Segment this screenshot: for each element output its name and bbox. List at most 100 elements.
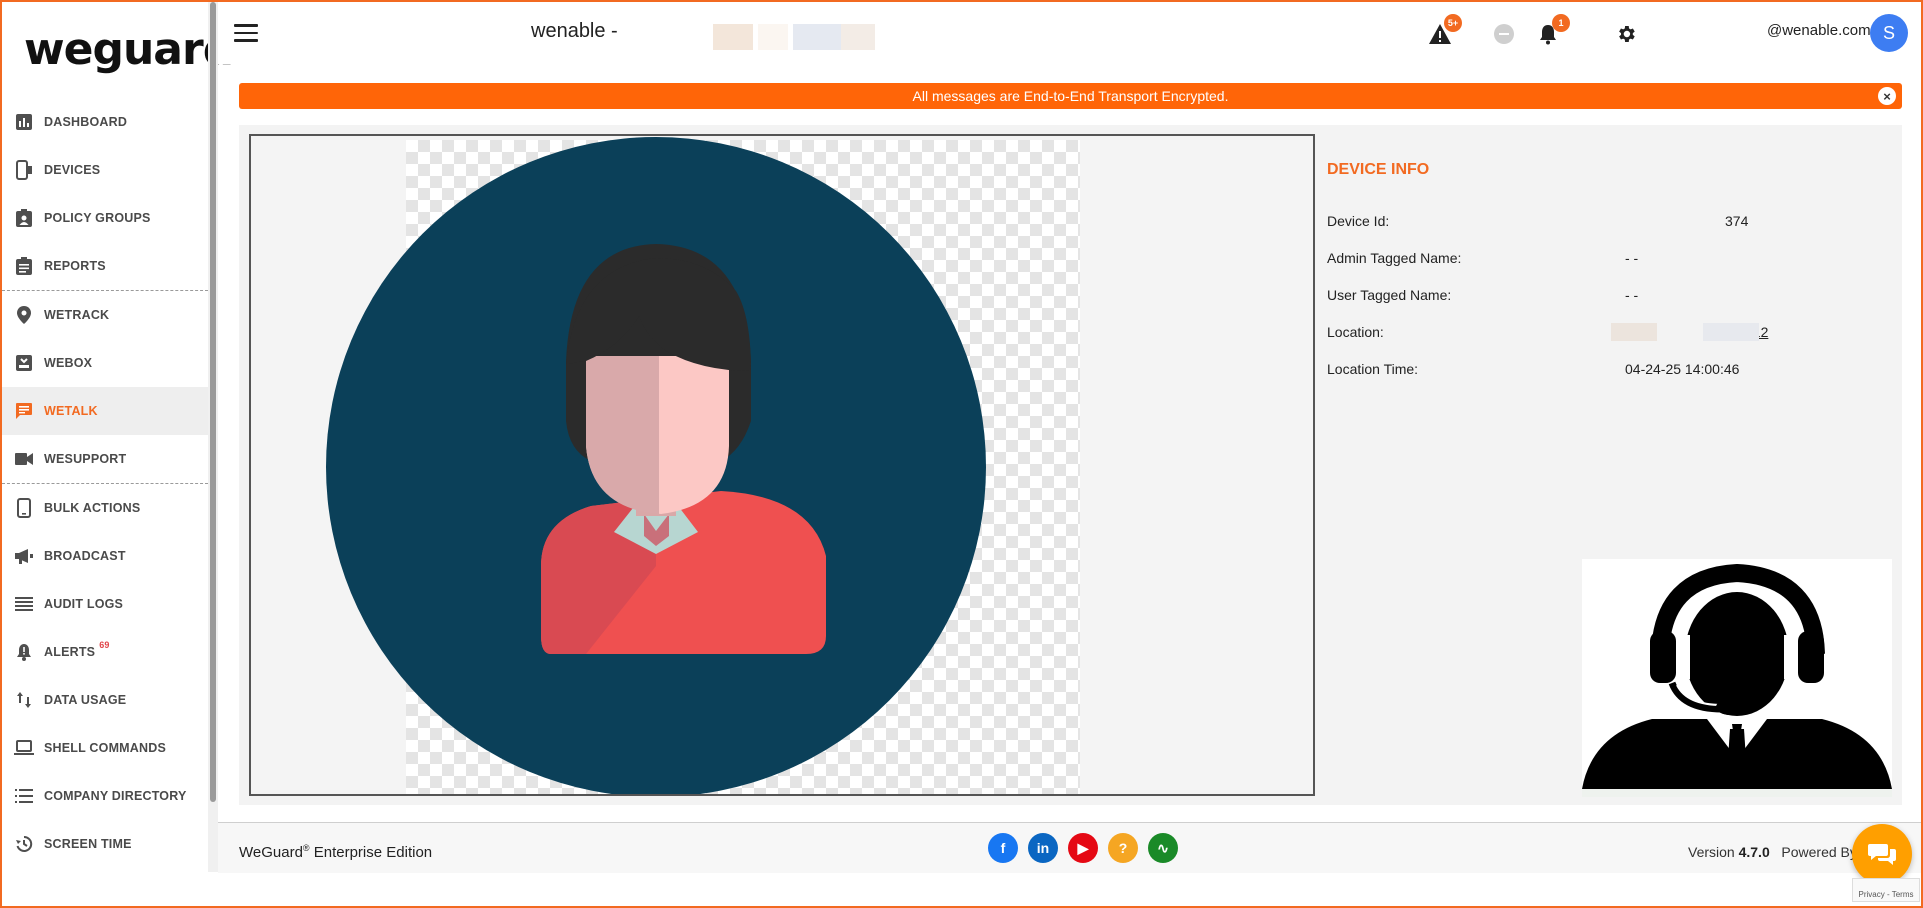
edition-label: WeGuard® Enterprise Edition (239, 843, 432, 861)
sidebar-item-label: AUDIT LOGS (44, 597, 124, 611)
scrollbar-thumb[interactable] (210, 2, 216, 802)
notifications-button[interactable]: 1 (1534, 14, 1570, 48)
sidebar-item-reports[interactable]: REPORTS (2, 242, 208, 290)
version-number: 4.7.0 (1738, 844, 1770, 860)
sidebar-item-shell-commands[interactable]: SHELL COMMANDS (2, 724, 208, 772)
alerts-count-badge: 69 (99, 640, 110, 650)
device-info-label: Location: (1327, 324, 1384, 340)
activity-icon[interactable]: ∿ (1148, 833, 1178, 863)
chat-icon (12, 399, 36, 423)
sidebar-nav: DASHBOARD DEVICES POLICY GROUPS REPORTS WETR… (2, 98, 208, 868)
facebook-icon[interactable]: f (988, 833, 1018, 863)
sidebar-item-label: DASHBOARD (44, 115, 128, 129)
sidebar-item-wetalk[interactable]: WETALK (2, 387, 208, 435)
footer: WeGuard® Enterprise Edition f in ▶? ∿ Versi… (218, 823, 1921, 873)
history-icon (12, 832, 36, 856)
list-lines-icon (12, 592, 36, 616)
remote-video-view[interactable] (249, 134, 1315, 796)
sidebar-item-wesupport[interactable]: WESUPPORT (2, 435, 208, 483)
inbox-icon (12, 351, 36, 375)
redacted-block (1611, 323, 1657, 341)
sidebar-item-label: BROADCAST (44, 549, 126, 563)
bell-alert-icon (12, 640, 36, 664)
device-info-row: User Tagged Name: - - (1327, 287, 1887, 324)
menu-toggle-icon[interactable] (234, 24, 258, 42)
sidebar-item-data-usage[interactable]: DATA USAGE (2, 676, 208, 724)
recaptcha-badge[interactable]: Privacy - Terms (1852, 878, 1920, 902)
redacted-block (841, 24, 875, 50)
gear-icon (1619, 26, 1635, 42)
youtube-icon[interactable]: ▶ (1068, 833, 1098, 863)
linkedin-icon[interactable]: in (1028, 833, 1058, 863)
sidebar-item-devices[interactable]: DEVICES (2, 146, 208, 194)
sidebar-item-webox[interactable]: WEBOX (2, 339, 208, 387)
sidebar-item-policy-groups[interactable]: POLICY GROUPS (2, 194, 208, 242)
device-icon (12, 158, 36, 182)
sidebar-item-label: COMPANY DIRECTORY (44, 789, 187, 803)
sidebar-item-wetrack[interactable]: WETRACK (2, 291, 208, 339)
sidebar-item-label: WETALK (44, 404, 98, 418)
location-pin-icon (12, 303, 36, 327)
device-info-label: Admin Tagged Name: (1327, 250, 1462, 266)
banner-close-button[interactable]: × (1878, 87, 1896, 105)
sidebar-item-audit-logs[interactable]: AUDIT LOGS (2, 580, 208, 628)
sidebar-item-company-directory[interactable]: COMPANY DIRECTORY (2, 772, 208, 820)
edition-name: WeGuard (239, 844, 303, 861)
device-info-value: 04-24-25 14:00:46 (1625, 361, 1740, 377)
registered-mark: ® (302, 843, 310, 853)
sidebar-item-label: WESUPPORT (44, 452, 127, 466)
weguard-logo[interactable]: weguard (24, 19, 237, 75)
arrows-updown-icon (12, 688, 36, 712)
status-button[interactable] (1490, 20, 1518, 48)
settings-button[interactable] (1612, 20, 1640, 48)
sidebar-scrollbar[interactable] (208, 2, 218, 872)
do-not-disturb-icon (1494, 24, 1514, 44)
sidebar: weguard DASHBOARD DEVICES POLICY GROUPS REP… (2, 2, 237, 872)
powered-by-label: Powered By (1781, 844, 1857, 860)
top-bar: wenable - 5+ 1 @wenable.com S (218, 2, 1921, 64)
sidebar-item-dashboard[interactable]: DASHBOARD (2, 98, 208, 146)
sidebar-item-alerts[interactable]: ALERTS 69 (2, 628, 208, 676)
user-avatar-icon (326, 137, 986, 794)
warning-button[interactable]: 5+ (1426, 14, 1462, 48)
list-icon (12, 784, 36, 808)
redacted-block (793, 24, 841, 50)
video-camera-icon (12, 447, 36, 471)
sidebar-item-bulk-actions[interactable]: BULK ACTIONS (2, 484, 208, 532)
sidebar-item-label: REPORTS (44, 259, 106, 273)
sidebar-item-label: BULK ACTIONS (44, 501, 141, 515)
sidebar-item-screen-time[interactable]: SCREEN TIME (2, 820, 208, 868)
version-label: Version (1688, 844, 1739, 860)
device-info-value: 374 (1725, 213, 1749, 229)
megaphone-icon (12, 544, 36, 568)
support-agent-image (1582, 559, 1892, 797)
sidebar-item-label: DEVICES (44, 163, 101, 177)
bar-chart-icon (12, 110, 36, 134)
device-info-label: Device Id: (1327, 213, 1390, 229)
phone-icon (12, 496, 36, 520)
tenant-name: wenable - (531, 20, 618, 42)
device-info-row: Location:312 (1327, 324, 1887, 361)
banner-message: All messages are End-to-End Transport En… (912, 88, 1229, 104)
device-info-row: Location Time: 04-24-25 14:00:46 (1327, 361, 1887, 398)
headset-agent-icon (1582, 563, 1892, 797)
sidebar-item-label: ALERTS (44, 645, 96, 659)
chat-button[interactable] (1852, 824, 1912, 884)
user-avatar[interactable]: S (1870, 14, 1908, 52)
version-info: Version 4.7.0 Powered By (1688, 844, 1857, 860)
social-links: f in ▶? ∿ (988, 833, 1178, 863)
sidebar-item-label: SCREEN TIME (44, 837, 132, 851)
sidebar-item-label: DATA USAGE (44, 693, 127, 707)
help-icon[interactable]: ? (1108, 833, 1138, 863)
warning-badge: 5+ (1444, 14, 1462, 32)
sidebar-item-label: POLICY GROUPS (44, 211, 151, 225)
edition-suffix: Enterprise Edition (309, 844, 433, 861)
sidebar-item-broadcast[interactable]: BROADCAST (2, 532, 208, 580)
redacted-block (1703, 323, 1759, 341)
sidebar-item-label: WEBOX (44, 356, 93, 370)
notification-badge: 1 (1552, 14, 1570, 32)
user-email: @wenable.com (1767, 22, 1871, 39)
device-info-row: Device Id: 374 (1327, 213, 1887, 250)
laptop-icon (12, 736, 36, 760)
sidebar-item-label: SHELL COMMANDS (44, 741, 167, 755)
